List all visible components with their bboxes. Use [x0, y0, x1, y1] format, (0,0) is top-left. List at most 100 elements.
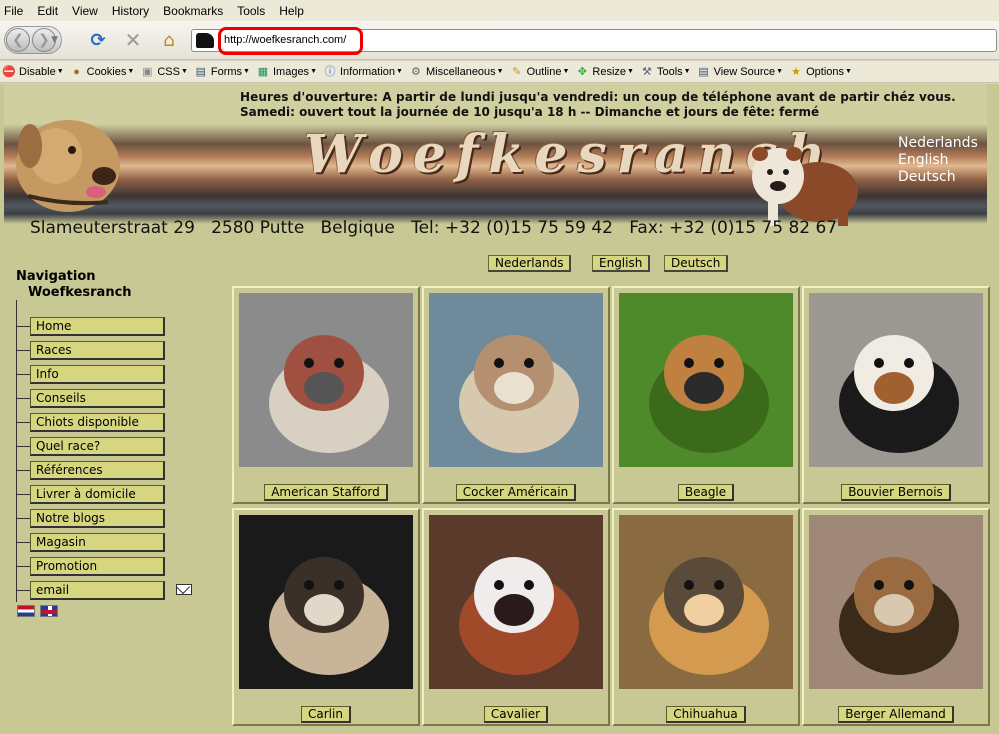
breed-label[interactable]: Carlin — [301, 706, 351, 723]
nav-tree-branch — [16, 398, 30, 399]
dev-cookies[interactable]: ● Cookies ▼ — [70, 65, 135, 79]
dev-label: Disable — [19, 65, 56, 78]
breed-label[interactable]: Beagle — [677, 484, 735, 501]
breed-label-row: Cavalier — [424, 706, 608, 723]
breed-photo[interactable] — [809, 515, 983, 689]
dev-outline[interactable]: ✎ Outline ▼ — [510, 65, 569, 79]
caret-icon: ▼ — [127, 68, 135, 75]
card-beagle[interactable]: Beagle — [612, 286, 800, 504]
back-button[interactable]: ❮ — [6, 28, 30, 52]
history-dropdown-icon[interactable]: ▼ — [51, 35, 58, 45]
dev-resize[interactable]: ✥ Resize ▼ — [575, 65, 634, 79]
nav-chiots-disponible[interactable]: Chiots disponible — [30, 413, 165, 432]
dog-photo-placeholder — [239, 293, 413, 467]
home-button[interactable]: ⌂ — [158, 29, 180, 51]
dev-label: Options — [806, 65, 845, 78]
dev-images[interactable]: ▦ Images ▼ — [256, 65, 317, 79]
nav-home[interactable]: Home — [30, 317, 165, 336]
site-favicon-icon — [196, 33, 214, 48]
dev-label: Miscellaneous — [425, 65, 496, 78]
miscellaneous-icon: ⚙ — [411, 65, 421, 78]
nav-notre-blogs[interactable]: Notre blogs — [30, 509, 165, 528]
breed-label[interactable]: American Stafford — [264, 484, 388, 501]
nav-tree-branch — [16, 446, 30, 447]
banner-lang-english[interactable]: English — [898, 152, 949, 168]
dev-forms[interactable]: ▤ Forms ▼ — [194, 65, 250, 79]
nav-livrer-a-domicile[interactable]: Livrer à domicile — [30, 485, 165, 504]
nav-references[interactable]: Références — [30, 461, 165, 480]
nav-races[interactable]: Races — [30, 341, 165, 360]
nav-magasin[interactable]: Magasin — [30, 533, 165, 552]
stop-button[interactable]: ✕ — [122, 28, 144, 52]
dev-options[interactable]: ★ Options ▼ — [789, 65, 852, 79]
back-forward-group: ❮ ❯ ▼ — [4, 26, 62, 54]
menu-help[interactable]: Help — [279, 4, 304, 18]
card-cocker-americain[interactable]: Cocker Américain — [422, 286, 610, 504]
envelope-icon[interactable] — [176, 584, 192, 595]
dog-photo-placeholder — [619, 293, 793, 467]
breed-label[interactable]: Chihuahua — [666, 706, 746, 723]
card-carlin[interactable]: Carlin — [232, 508, 420, 726]
nav-conseils[interactable]: Conseils — [30, 389, 165, 408]
card-chihuahua[interactable]: Chihuahua — [612, 508, 800, 726]
dev-css[interactable]: ▣ CSS ▼ — [140, 65, 188, 79]
dev-miscellaneous[interactable]: ⚙ Miscellaneous ▼ — [409, 65, 504, 79]
british-flag-icon[interactable] — [40, 605, 58, 617]
nav-email[interactable]: email — [30, 581, 165, 600]
dev-disable[interactable]: ⛔ Disable ▼ — [2, 65, 63, 79]
card-bouvier-bernois[interactable]: Bouvier Bernois — [802, 286, 990, 504]
breed-label[interactable]: Bouvier Bernois — [841, 484, 951, 501]
dutch-flag-icon[interactable] — [17, 605, 35, 617]
home-icon: ⌂ — [163, 29, 175, 51]
menu-bookmarks[interactable]: Bookmarks — [163, 4, 223, 18]
lang-button-deutsch[interactable]: Deutsch — [664, 255, 729, 272]
caret-icon: ▼ — [310, 68, 317, 75]
breed-label-row: Carlin — [234, 706, 418, 723]
breed-photo[interactable] — [809, 293, 983, 467]
breed-label[interactable]: Cavalier — [483, 706, 549, 723]
dev-view-source[interactable]: ▤ View Source ▼ — [697, 65, 783, 79]
card-american-stafford[interactable]: American Stafford — [232, 286, 420, 504]
information-icon: ⓘ — [324, 65, 336, 78]
breed-label[interactable]: Berger Allemand — [838, 706, 954, 723]
dev-label: Tools — [656, 65, 683, 78]
outline-icon: ✎ — [512, 65, 522, 78]
opening-hours-weekend: Samedi: ouvert tout la journée de 10 jus… — [240, 105, 820, 119]
reload-button[interactable]: ⟳ — [87, 29, 109, 51]
lang-button-english[interactable]: English — [592, 255, 651, 272]
breed-photo[interactable] — [239, 293, 413, 467]
view-source-icon: ▤ — [698, 65, 709, 78]
contact-address: Slameuterstraat 29 2580 Putte Belgique T… — [30, 218, 838, 238]
caret-icon: ▼ — [496, 68, 504, 75]
nav-tree-line — [16, 300, 17, 602]
browser-navigation-toolbar: ❮ ❯ ▼ ⟳ ✕ ⌂ http://woefkesranch.com/ — [0, 21, 999, 60]
dev-tools[interactable]: ⚒ Tools ▼ — [640, 65, 691, 79]
nav-quel-race[interactable]: Quel race? — [30, 437, 165, 456]
site-banner: Heures d'ouverture: A partir de lundi ju… — [4, 84, 987, 242]
nav-promotion[interactable]: Promotion — [30, 557, 165, 576]
card-cavalier[interactable]: Cavalier — [422, 508, 610, 726]
caret-icon: ▼ — [683, 68, 691, 75]
breed-photo[interactable] — [429, 293, 603, 467]
menu-file[interactable]: File — [4, 4, 23, 18]
menu-edit[interactable]: Edit — [37, 4, 58, 18]
tools-icon: ⚒ — [642, 65, 652, 78]
card-berger-allemand[interactable]: Berger Allemand — [802, 508, 990, 726]
breed-photo[interactable] — [619, 515, 793, 689]
breed-photo[interactable] — [429, 515, 603, 689]
breed-photo[interactable] — [239, 515, 413, 689]
dev-information[interactable]: ⓘ Information ▼ — [323, 65, 403, 79]
nav-info[interactable]: Info — [30, 365, 165, 384]
breed-label-row: Bouvier Bernois — [804, 484, 988, 501]
menu-view[interactable]: View — [72, 4, 98, 18]
dog-photo-placeholder — [429, 515, 603, 689]
menu-tools[interactable]: Tools — [237, 4, 265, 18]
menu-history[interactable]: History — [112, 4, 149, 18]
breed-label[interactable]: Cocker Américain — [455, 484, 577, 501]
breed-photo[interactable] — [619, 293, 793, 467]
banner-lang-deutsch[interactable]: Deutsch — [898, 169, 956, 185]
opening-hours-weekdays: Heures d'ouverture: A partir de lundi ju… — [240, 90, 956, 104]
banner-lang-nederlands[interactable]: Nederlands — [898, 135, 978, 151]
lang-button-nederlands[interactable]: Nederlands — [488, 255, 572, 272]
dev-label: Forms — [210, 65, 243, 78]
